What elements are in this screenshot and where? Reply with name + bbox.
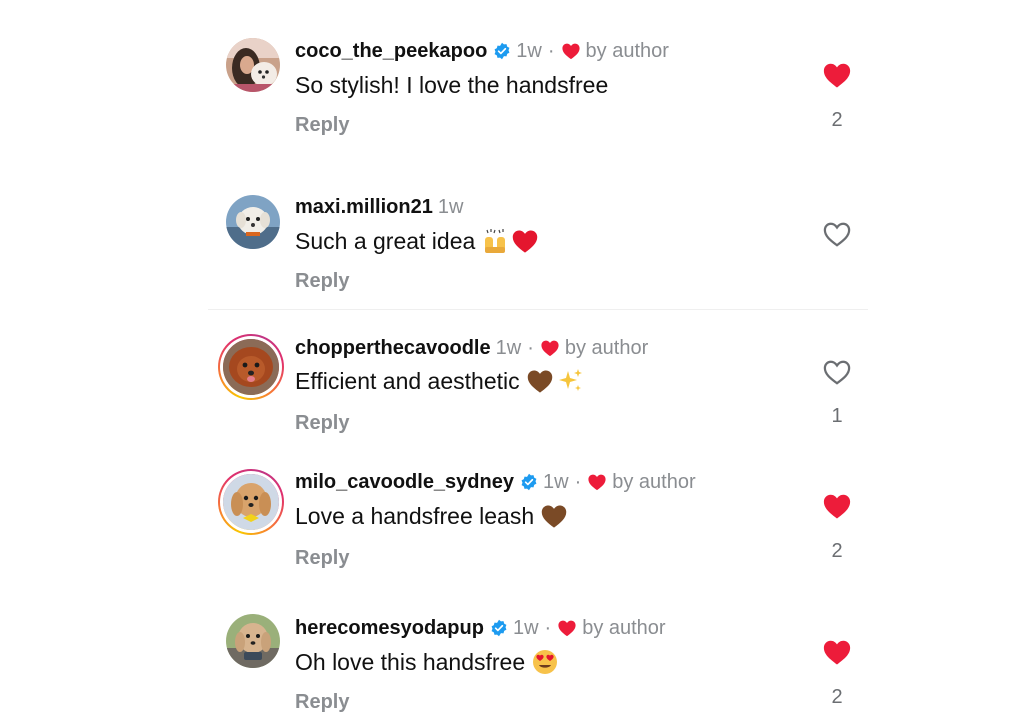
comment-header: herecomesyodapup 1w · by author <box>295 615 666 641</box>
like-button[interactable] <box>822 360 852 388</box>
comment-age: 1w <box>437 195 464 218</box>
author-liked-heart-icon <box>587 473 607 491</box>
avatar-white-dog-icon <box>226 195 280 249</box>
comment-header: coco_the_peekapoo 1w · by author <box>295 38 669 64</box>
heart-outline-icon <box>822 220 852 253</box>
by-author-label: by author <box>564 336 649 359</box>
like-count: 2 <box>831 686 843 708</box>
verified-badge-icon <box>493 42 511 60</box>
by-author-label: by author <box>582 616 666 639</box>
like-count: 1 <box>831 405 843 427</box>
heart-filled-icon <box>822 492 852 525</box>
like-button[interactable] <box>822 640 852 668</box>
author-liked-heart-icon <box>557 619 577 637</box>
heart-eyes-emoji-icon <box>531 648 559 676</box>
separator-dot: · <box>544 616 552 639</box>
raising-hands-emoji-icon <box>481 227 509 255</box>
comment-text: So stylish! I love the handsfree <box>295 70 608 100</box>
reply-button[interactable]: Reply <box>295 547 349 570</box>
comment-age: 1w <box>512 616 539 639</box>
separator-dot: · <box>547 39 555 62</box>
avatar-cavoodle-yellow-bow-icon <box>223 474 279 530</box>
comment-body: Efficient and aesthetic <box>295 367 520 394</box>
separator-dot: · <box>527 336 534 359</box>
author-liked-heart-icon <box>561 42 581 60</box>
comment-header: milo_cavoodle_sydney 1w · by author <box>295 469 696 495</box>
avatar-poodle-outdoors-icon <box>226 614 280 668</box>
like-count: 2 <box>831 109 843 131</box>
comment-age: 1w <box>495 336 522 359</box>
reply-button[interactable]: Reply <box>295 114 349 137</box>
comment-age: 1w <box>516 39 542 62</box>
brown-heart-emoji-icon <box>526 367 554 395</box>
comment-body: Love a handsfree leash <box>295 502 535 529</box>
reply-button[interactable]: Reply <box>295 270 349 293</box>
verified-badge-icon <box>520 473 538 491</box>
comment-header: chopperthecavoodle 1w · by author <box>295 335 648 361</box>
avatar-red-cavoodle-icon <box>223 339 279 395</box>
like-button[interactable] <box>822 494 852 522</box>
comment-body: So stylish! I love the handsfree <box>295 71 609 98</box>
sparkles-emoji-icon <box>556 367 584 395</box>
username[interactable]: milo_cavoodle_sydney <box>295 471 514 494</box>
username[interactable]: herecomesyodapup <box>295 617 484 640</box>
like-button[interactable] <box>822 63 852 91</box>
heart-filled-icon <box>822 638 852 671</box>
like-count: 2 <box>831 540 843 562</box>
username[interactable]: coco_the_peekapoo <box>295 40 487 63</box>
comment-text: Oh love this handsfree <box>295 647 559 677</box>
comment-body: Oh love this handsfree <box>295 648 526 675</box>
avatar[interactable] <box>226 614 280 668</box>
avatar-story-ring[interactable] <box>218 334 284 400</box>
comment-text: Efficient and aesthetic <box>295 366 584 396</box>
username[interactable]: chopperthecavoodle <box>295 337 491 360</box>
avatar[interactable] <box>226 38 280 92</box>
comment-text: Love a handsfree leash <box>295 501 568 531</box>
verified-badge-icon <box>490 619 508 637</box>
avatar-woman-with-dog-icon <box>226 38 280 92</box>
separator-dot: · <box>574 470 582 493</box>
author-liked-heart-icon <box>540 339 560 357</box>
avatar-story-ring[interactable] <box>218 469 284 535</box>
divider <box>208 309 868 310</box>
comment-body: Such a great idea <box>295 227 476 254</box>
like-button[interactable] <box>822 222 852 250</box>
red-heart-emoji-icon <box>511 227 539 255</box>
comment-age: 1w <box>542 470 569 493</box>
reply-button[interactable]: Reply <box>295 691 349 714</box>
heart-outline-icon <box>822 358 852 391</box>
heart-filled-icon <box>822 61 852 94</box>
reply-button[interactable]: Reply <box>295 412 349 435</box>
brown-heart-emoji-icon <box>540 502 568 530</box>
comment-header: maxi.million21 1w <box>295 194 463 220</box>
by-author-label: by author <box>612 470 696 493</box>
comment-text: Such a great idea <box>295 226 539 256</box>
by-author-label: by author <box>585 39 669 62</box>
username[interactable]: maxi.million21 <box>295 196 433 219</box>
avatar[interactable] <box>226 195 280 249</box>
